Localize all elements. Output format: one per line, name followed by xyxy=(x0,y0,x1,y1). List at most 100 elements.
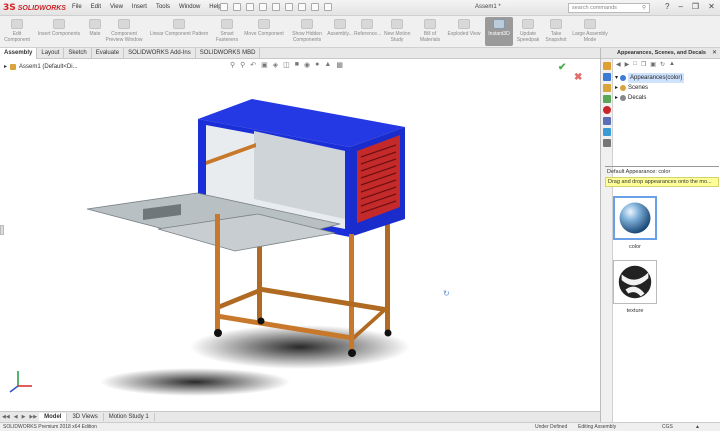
select-icon[interactable] xyxy=(298,3,306,11)
confirm-corner-cancel-icon[interactable]: ✖ xyxy=(574,72,582,83)
custom-properties-icon[interactable] xyxy=(603,117,611,125)
expand-arrow-icon[interactable]: ▸ xyxy=(615,93,618,103)
tree-item-decals[interactable]: ▸ Decals xyxy=(615,93,684,103)
confirm-corner-ok-icon[interactable]: ✔ xyxy=(558,62,566,73)
bill-of-materials-button[interactable]: Bill of Materials xyxy=(417,19,443,43)
view-orientation-icon[interactable]: ◫ xyxy=(283,61,290,69)
tree-expand-handle[interactable] xyxy=(0,225,4,235)
view-palette-icon[interactable] xyxy=(603,95,611,103)
tab-3d-views[interactable]: 3D Views xyxy=(67,413,104,421)
expand-arrow-icon[interactable]: ▸ xyxy=(615,83,618,93)
menu-file[interactable]: File xyxy=(72,4,82,10)
menu-tools[interactable]: Tools xyxy=(156,4,170,10)
tree-item-appearances[interactable]: ▾ Appearances(color) xyxy=(615,73,685,83)
help-icon[interactable]: ? xyxy=(665,2,669,11)
expand-arrow-icon[interactable]: ▸ xyxy=(4,63,7,70)
open-icon[interactable] xyxy=(246,3,254,11)
save-icon[interactable] xyxy=(259,3,267,11)
command-manager: Edit Component Insert Components Mate Co… xyxy=(0,16,720,48)
new-motion-study-button[interactable]: New Motion Study xyxy=(384,19,410,43)
insert-components-button[interactable]: Insert Components xyxy=(34,19,84,37)
tab-mbd[interactable]: SOLIDWORKS MBD xyxy=(196,48,261,59)
forward-arrow-icon[interactable]: ▶ xyxy=(625,61,630,68)
zoom-area-icon[interactable]: ⚲ xyxy=(240,61,245,69)
apply-scene-icon[interactable]: ▲ xyxy=(324,61,331,69)
options-icon[interactable] xyxy=(324,3,332,11)
tab-assembly[interactable]: Assembly xyxy=(0,48,38,59)
feature-tree-flyout[interactable]: ▸ Assem1 (Default<Di... xyxy=(4,63,78,70)
tab-next-arrow-icon[interactable]: ▶ xyxy=(20,414,28,420)
exploded-view-button[interactable]: Exploded View xyxy=(446,19,482,37)
copy-icon[interactable]: ❐ xyxy=(641,61,646,68)
close-icon[interactable]: ✕ xyxy=(708,2,715,11)
tab-last-arrow-icon[interactable]: ▶▶ xyxy=(27,414,39,420)
linear-pattern-button[interactable]: Linear Component Pattern xyxy=(146,19,212,37)
print-icon[interactable] xyxy=(272,3,280,11)
tree-item-scenes[interactable]: ▸ Scenes xyxy=(615,83,684,93)
dynamic-annotation-icon[interactable]: ◈ xyxy=(273,61,278,69)
appearances-icon[interactable] xyxy=(603,106,611,114)
take-snapshot-button[interactable]: Take Snapshot xyxy=(543,19,569,43)
refresh-icon[interactable]: ↻ xyxy=(660,61,665,68)
home-resources-icon[interactable] xyxy=(603,62,611,70)
reference-geometry-button[interactable]: Reference... xyxy=(354,19,381,37)
search-commands-input[interactable]: search commands ⚲ xyxy=(568,3,650,13)
tab-add-ins[interactable]: SOLIDWORKS Add-Ins xyxy=(124,48,196,59)
graphics-area[interactable] xyxy=(0,59,600,411)
quick-access-toolbar xyxy=(220,3,332,11)
move-component-button[interactable]: Move Component xyxy=(241,19,287,37)
add-folder-icon[interactable]: □ xyxy=(633,61,637,68)
status-options-icon[interactable]: ▲ xyxy=(695,424,700,430)
previous-view-icon[interactable]: ↶ xyxy=(250,61,256,69)
mate-button[interactable]: Mate xyxy=(86,19,104,37)
design-library-icon[interactable] xyxy=(603,73,611,81)
close-icon[interactable]: ✕ xyxy=(712,49,717,56)
cabinet-model[interactable] xyxy=(0,59,600,411)
restore-icon[interactable]: ❐ xyxy=(692,2,699,11)
tab-motion-study[interactable]: Motion Study 1 xyxy=(104,413,155,421)
hide-show-icon[interactable]: ◉ xyxy=(304,61,310,69)
back-arrow-icon[interactable]: ◀ xyxy=(616,61,621,68)
tab-prev-arrow-icon[interactable]: ◀ xyxy=(12,414,20,420)
zoom-fit-icon[interactable]: ⚲ xyxy=(230,61,235,69)
appearance-thumbnail-texture[interactable]: texture xyxy=(613,260,657,314)
appearance-thumbnail-color[interactable]: color xyxy=(613,196,657,250)
assembly-features-button[interactable]: Assembly... xyxy=(327,19,353,37)
file-explorer-icon[interactable] xyxy=(603,84,611,92)
3d-content-icon[interactable] xyxy=(603,139,611,147)
cabinet-leg xyxy=(215,214,220,331)
edit-appearance-icon[interactable]: ● xyxy=(315,61,319,69)
show-hidden-button[interactable]: Show Hidden Components xyxy=(289,19,325,43)
tab-evaluate[interactable]: Evaluate xyxy=(92,48,125,59)
smart-fasteners-button[interactable]: Smart Fasteners xyxy=(214,19,240,43)
menu-window[interactable]: Window xyxy=(179,4,200,10)
minimize-icon[interactable]: – xyxy=(678,2,682,11)
display-style-icon[interactable]: ■ xyxy=(295,61,299,69)
large-assembly-button[interactable]: Large Assembly Mode xyxy=(570,19,610,43)
home-icon[interactable] xyxy=(220,3,228,11)
tab-sketch[interactable]: Sketch xyxy=(64,48,92,59)
undo-icon[interactable] xyxy=(285,3,293,11)
solidworks-logo[interactable]: 3S SOLIDWORKS xyxy=(3,2,66,14)
search-icon[interactable]: ⚲ xyxy=(642,5,646,11)
edit-component-button[interactable]: Edit Component xyxy=(4,19,30,43)
menu-edit[interactable]: Edit xyxy=(91,4,101,10)
new-icon[interactable] xyxy=(233,3,241,11)
rebuild-icon[interactable] xyxy=(311,3,319,11)
update-speedpak-button[interactable]: Update Speedpak xyxy=(515,19,541,43)
component-preview-button[interactable]: Component Preview Window xyxy=(104,19,144,43)
feature-tree-item[interactable]: Assem1 (Default<Di... xyxy=(19,64,78,70)
delete-icon[interactable]: ▣ xyxy=(650,61,656,68)
instant3d-button[interactable]: Instant3D xyxy=(485,17,513,46)
status-units[interactable]: CGS xyxy=(662,424,673,430)
solidworks-forum-icon[interactable] xyxy=(603,128,611,136)
pin-icon[interactable]: ▲ xyxy=(669,61,675,68)
section-view-icon[interactable]: ▣ xyxy=(261,61,268,69)
expand-arrow-icon[interactable]: ▾ xyxy=(615,73,618,83)
tab-model[interactable]: Model xyxy=(39,413,68,421)
menu-view[interactable]: View xyxy=(110,4,123,10)
tab-first-arrow-icon[interactable]: ◀◀ xyxy=(0,414,12,420)
view-settings-icon[interactable]: ▩ xyxy=(336,61,343,69)
tab-layout[interactable]: Layout xyxy=(37,48,65,59)
menu-insert[interactable]: Insert xyxy=(132,4,147,10)
